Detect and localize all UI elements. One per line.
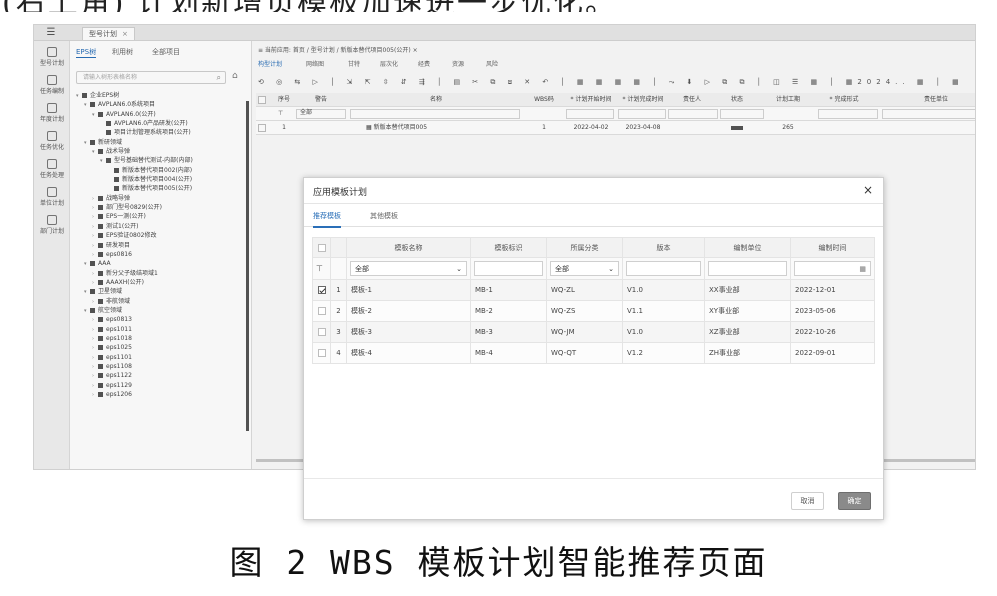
- template-code: MB-2: [470, 300, 547, 322]
- filter-icon[interactable]: ⊤: [312, 257, 331, 280]
- dialog-tabs: 推荐模板 其他模板: [304, 207, 883, 228]
- template-version: V1.0: [622, 279, 705, 301]
- unchecked-checkbox[interactable]: [317, 328, 326, 336]
- row-index: 2: [330, 300, 347, 322]
- table-row[interactable]: 1 模板-1 MB-1 WQ-ZL V1.0 XX事业部 2022-12-01: [312, 279, 875, 301]
- template-version: V1.2: [622, 342, 705, 364]
- row-checkbox[interactable]: [312, 321, 331, 343]
- row-checkbox[interactable]: [312, 300, 331, 322]
- template-version: V1.1: [622, 300, 705, 322]
- template-category: WQ-QT: [546, 342, 623, 364]
- template-code: MB-3: [470, 321, 547, 343]
- template-version: V1.0: [622, 321, 705, 343]
- close-icon[interactable]: ×: [863, 183, 873, 197]
- row-index: 4: [330, 342, 347, 364]
- template-table: 模板名称 模板标识 所属分类 版本 编制单位 编制时间 ⊤ 全部 ⌄ 全部 ⌄ ▦ …: [312, 237, 875, 364]
- template-name: 模板-4: [346, 342, 471, 364]
- template-category: WQ-ZS: [546, 300, 623, 322]
- template-unit: ZH事业部: [704, 342, 791, 364]
- table-row[interactable]: 3 模板-3 MB-3 WQ-JM V1.0 XZ事业部 2022-10-26: [312, 321, 875, 343]
- chevron-down-icon: ⌄: [456, 265, 462, 273]
- figure-caption: 图 2 WBS 模板计划智能推荐页面: [229, 543, 768, 582]
- apply-template-dialog: 应用模板计划 × 推荐模板 其他模板 模板名称 模板标识 所属分类 版本 编制单…: [303, 177, 884, 520]
- template-code: MB-4: [470, 342, 547, 364]
- col-unit: 编制单位: [704, 237, 791, 258]
- cancel-button[interactable]: 取消: [791, 492, 824, 510]
- version-filter[interactable]: [626, 261, 701, 276]
- template-code: MB-1: [470, 279, 547, 301]
- col-template-code: 模板标识: [470, 237, 547, 258]
- template-name: 模板-1: [346, 279, 471, 301]
- dialog-header: 应用模板计划 ×: [304, 178, 883, 204]
- template-unit: XX事业部: [704, 279, 791, 301]
- template-name: 模板-2: [346, 300, 471, 322]
- template-header-row: 模板名称 模板标识 所属分类 版本 编制单位 编制时间: [312, 237, 875, 258]
- col-date: 编制时间: [790, 237, 875, 258]
- unchecked-checkbox[interactable]: [317, 307, 326, 315]
- chevron-down-icon: ⌄: [608, 265, 614, 273]
- date-filter[interactable]: ▦: [794, 261, 871, 276]
- unchecked-checkbox[interactable]: [317, 349, 326, 357]
- tab-other-templates[interactable]: 其他模板: [370, 211, 398, 226]
- unit-filter[interactable]: [708, 261, 787, 276]
- row-index: 1: [330, 279, 347, 301]
- row-checkbox[interactable]: [312, 342, 331, 364]
- dialog-title: 应用模板计划: [313, 188, 368, 198]
- table-row[interactable]: 2 模板-2 MB-2 WQ-ZS V1.1 XY事业部 2023-05-06: [312, 300, 875, 322]
- template-code-filter[interactable]: [474, 261, 543, 276]
- col-index: [330, 237, 347, 258]
- cropped-heading: (右上角) 计划新增页模板加速进一步优化。: [0, 0, 997, 12]
- template-name: 模板-3: [346, 321, 471, 343]
- template-category: WQ-JM: [546, 321, 623, 343]
- tab-recommended-templates[interactable]: 推荐模板: [313, 211, 341, 228]
- row-checkbox[interactable]: [312, 279, 331, 301]
- confirm-button[interactable]: 确定: [838, 492, 871, 510]
- template-date: 2022-12-01: [790, 279, 875, 301]
- template-unit: XY事业部: [704, 300, 791, 322]
- col-category: 所属分类: [546, 237, 623, 258]
- template-name-filter[interactable]: 全部 ⌄: [350, 261, 467, 276]
- template-date: 2022-09-01: [790, 342, 875, 364]
- row-index: 3: [330, 321, 347, 343]
- col-version: 版本: [622, 237, 705, 258]
- template-filter-row: ⊤ 全部 ⌄ 全部 ⌄ ▦: [312, 257, 875, 280]
- select-all-checkbox[interactable]: [312, 237, 331, 258]
- template-date: 2022-10-26: [790, 321, 875, 343]
- table-row[interactable]: 4 模板-4 MB-4 WQ-QT V1.2 ZH事业部 2022-09-01: [312, 342, 875, 364]
- template-category: WQ-ZL: [546, 279, 623, 301]
- template-date: 2023-05-06: [790, 300, 875, 322]
- calendar-icon[interactable]: ▦: [859, 262, 866, 276]
- category-filter[interactable]: 全部 ⌄: [550, 261, 619, 276]
- checked-checkbox[interactable]: [317, 286, 326, 294]
- template-unit: XZ事业部: [704, 321, 791, 343]
- col-template-name: 模板名称: [346, 237, 471, 258]
- dialog-footer: 取消 确定: [304, 478, 883, 520]
